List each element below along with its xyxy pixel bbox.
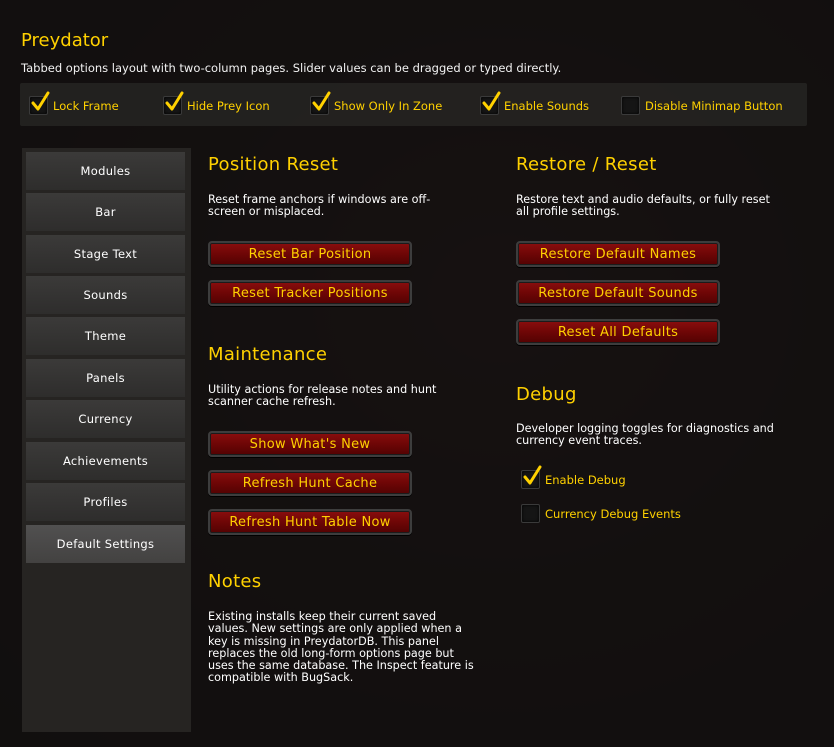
notes-text: Existing installs keep their current sav… [208,610,474,685]
desc-line: scanner cache refresh. [208,395,336,409]
restore-default-sounds-button[interactable]: Restore Default Sounds [516,280,720,306]
app-title: Preydator [21,30,109,51]
sidebar-item-label: Sounds [83,288,128,302]
sidebar-item-stage-text[interactable]: Stage Text [26,235,185,273]
hide-prey-icon-checkbox[interactable]: Hide Prey Icon [163,91,270,115]
checkbox-label: Show Only In Zone [334,98,443,113]
notes-line: values. New settings are only applied wh… [208,622,462,636]
refresh-hunt-cache-button[interactable]: Refresh Hunt Cache [208,470,412,496]
reset-all-defaults-button[interactable]: Reset All Defaults [516,319,720,345]
checkbox-label: Currency Debug Events [545,506,681,521]
notes-line: compatible with BugSack. [208,671,354,685]
sidebar-item-sounds[interactable]: Sounds [26,276,185,314]
sidebar-item-currency[interactable]: Currency [26,400,185,438]
sidebar-item-panels[interactable]: Panels [26,359,185,397]
maintenance-title: Maintenance [208,344,328,365]
sidebar-item-label: Bar [95,205,116,219]
sidebar-item-label: Achievements [62,454,149,468]
checkbox-label: Enable Sounds [504,98,590,113]
sidebar-item-label: Panels [86,371,125,385]
checkmark-icon [31,91,50,111]
desc-line: screen or misplaced. [208,205,325,219]
notes-title: Notes [208,571,262,592]
checkbox-box [480,91,501,115]
restore-reset-desc: Restore text and audio defaults, or full… [516,193,770,219]
checkbox-label: Enable Debug [545,472,626,487]
checkbox-box [621,96,640,115]
sidebar: Modules Bar Stage Text Sounds Theme Pane… [22,148,191,732]
sidebar-item-label: Theme [84,329,127,343]
debug-desc: Developer logging toggles for diagnostic… [516,422,774,448]
disable-minimap-button-checkbox[interactable]: Disable Minimap Button [621,96,783,115]
sidebar-item-default-settings[interactable]: Default Settings [26,525,185,563]
checkbox-label: Disable Minimap Button [645,98,783,113]
checkbox-box [521,465,542,489]
reset-bar-position-button[interactable]: Reset Bar Position [208,241,412,267]
options-window: Preydator Tabbed options layout with two… [0,0,834,747]
checkbox-box [310,91,331,115]
sidebar-item-profiles[interactable]: Profiles [26,483,185,521]
show-whats-new-button[interactable]: Show What's New [208,431,412,457]
position-reset-title: Position Reset [208,154,339,175]
restore-default-names-button[interactable]: Restore Default Names [516,241,720,267]
desc-line: currency event traces. [516,434,642,448]
checkbox-label: Hide Prey Icon [187,98,270,113]
checkbox-box [29,91,50,115]
currency-debug-events-checkbox[interactable]: Currency Debug Events [521,504,681,523]
checkmark-icon [165,91,184,111]
enable-debug-checkbox[interactable]: Enable Debug [521,465,626,489]
sidebar-item-label: Profiles [83,495,128,509]
sidebar-item-label: Default Settings [56,537,155,551]
position-reset-desc: Reset frame anchors if windows are off- … [208,193,430,219]
checkbox-label: Lock Frame [53,98,119,113]
refresh-hunt-table-now-button[interactable]: Refresh Hunt Table Now [208,509,412,535]
checkmark-icon [482,91,501,111]
sidebar-item-theme[interactable]: Theme [26,317,185,355]
sidebar-item-label: Modules [80,164,131,178]
maintenance-desc: Utility actions for release notes and hu… [208,383,436,409]
checkmark-icon [312,91,331,111]
reset-tracker-positions-button[interactable]: Reset Tracker Positions [208,280,412,306]
checkbox-box [163,91,184,115]
lock-frame-checkbox[interactable]: Lock Frame [29,91,119,115]
checkmark-icon [523,465,542,485]
app-subtitle: Tabbed options layout with two-column pa… [21,61,562,75]
checkbox-box [521,504,540,523]
enable-sounds-checkbox[interactable]: Enable Sounds [480,91,590,115]
show-only-in-zone-checkbox[interactable]: Show Only In Zone [310,91,443,115]
desc-line: all profile settings. [516,205,620,219]
sidebar-item-label: Stage Text [73,247,138,261]
sidebar-item-bar[interactable]: Bar [26,193,185,231]
restore-reset-title: Restore / Reset [516,154,657,175]
sidebar-item-achievements[interactable]: Achievements [26,442,185,480]
sidebar-item-label: Currency [78,412,133,426]
debug-title: Debug [516,384,577,405]
sidebar-item-modules[interactable]: Modules [26,152,185,190]
global-toggles-bar: Lock Frame Hide Prey Icon Show Only In Z… [20,83,807,126]
